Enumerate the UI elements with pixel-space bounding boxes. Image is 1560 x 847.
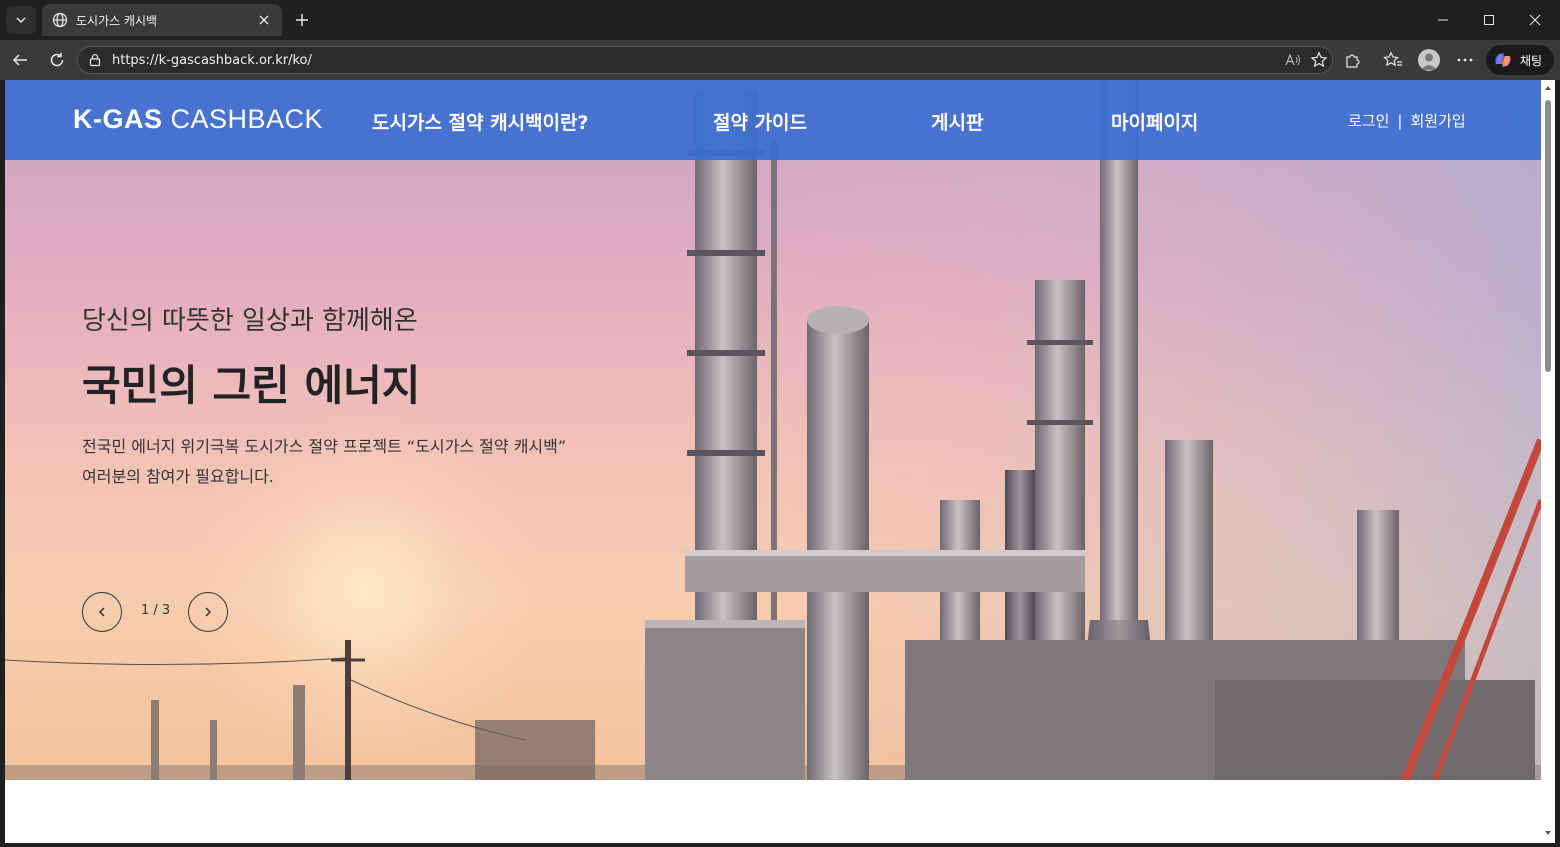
address-bar[interactable]: https://k-gascashback.or.kr/ko/ (77, 46, 1333, 74)
copilot-label: 채팅 (1520, 53, 1543, 68)
slider-counter: 1 / 3 (141, 603, 171, 618)
puzzle-icon (1346, 54, 1360, 68)
read-aloud-icon (1285, 53, 1300, 66)
chevron-left-icon (98, 607, 105, 617)
read-aloud-button[interactable] (1280, 49, 1306, 71)
scroll-down-arrow-icon (1545, 831, 1551, 835)
close-icon (259, 15, 269, 25)
profile-avatar[interactable] (1418, 49, 1440, 71)
nav-item-about[interactable]: 도시가스 절약 캐시백이란? (372, 108, 589, 135)
signup-link[interactable]: 회원가입 (1410, 112, 1465, 130)
page-scrollbar[interactable] (1541, 80, 1555, 843)
nav-item-saving-guide[interactable]: 절약 가이드 (713, 108, 807, 135)
site-logo[interactable]: K-GAS CASHBACK (73, 104, 323, 135)
globe-icon (52, 12, 68, 28)
lock-icon (89, 54, 101, 67)
global-navigation-bar: K-GAS CASHBACK 도시가스 절약 캐시백이란? 절약 가이드 게시판… (5, 80, 1541, 160)
back-button[interactable] (6, 46, 34, 74)
slider-next-button[interactable] (188, 592, 228, 632)
scroll-up-arrow-icon (1545, 86, 1551, 90)
hero-subtitle: 당신의 따뜻한 일상과 함께해온 (82, 306, 418, 336)
favorites-icon (1383, 51, 1402, 67)
page-viewport: K-GAS CASHBACK 도시가스 절약 캐시백이란? 절약 가이드 게시판… (5, 80, 1541, 843)
chevron-right-icon (205, 607, 212, 617)
slider-prev-button[interactable] (82, 592, 122, 632)
hero-description: 전국민 에너지 위기극복 도시가스 절약 프로젝트 “도시가스 절약 캐시백” … (82, 432, 566, 492)
refresh-button[interactable] (43, 46, 71, 74)
url-text[interactable]: https://k-gascashback.or.kr/ko/ (112, 53, 1280, 68)
user-icon (1421, 53, 1437, 70)
scrollbar-thumb[interactable] (1545, 100, 1551, 372)
hero-banner: K-GAS CASHBACK 도시가스 절약 캐시백이란? 절약 가이드 게시판… (5, 80, 1541, 780)
nav-item-board[interactable]: 게시판 (931, 108, 983, 135)
new-tab-button[interactable] (290, 8, 314, 32)
close-window-button[interactable] (1512, 4, 1558, 36)
favorites-button[interactable] (1380, 48, 1406, 72)
copilot-icon (1495, 53, 1511, 67)
hero-description-line1: 전국민 에너지 위기극복 도시가스 절약 프로젝트 “도시가스 절약 캐시백” (82, 437, 567, 456)
refresh-icon (50, 52, 64, 67)
chevron-down-icon (16, 17, 26, 24)
settings-more-button[interactable] (1452, 48, 1478, 72)
extensions-button[interactable] (1340, 48, 1366, 72)
member-links: 로그인 | 회원가입 (1348, 110, 1466, 131)
hero-title: 국민의 그린 에너지 (82, 361, 421, 410)
tab-actions-button[interactable] (6, 6, 36, 34)
member-separator: | (1397, 112, 1403, 130)
hero-description-line2: 여러분의 참여가 필요합니다. (82, 467, 274, 486)
maximize-button[interactable] (1466, 4, 1512, 36)
add-favorite-button[interactable] (1306, 49, 1332, 71)
close-icon (1529, 14, 1541, 26)
plus-icon (296, 14, 308, 26)
arrow-left-icon (12, 54, 27, 66)
logo-bold-text: K-GAS (73, 104, 163, 134)
maximize-icon (1484, 15, 1494, 25)
refinery-illustration (5, 80, 1541, 780)
nav-item-mypage[interactable]: 마이페이지 (1111, 108, 1198, 135)
tab-close-button[interactable] (256, 12, 272, 28)
browser-tab-active[interactable]: 도시가스 캐시백 (42, 4, 282, 36)
login-link[interactable]: 로그인 (1348, 112, 1389, 130)
minimize-button[interactable] (1420, 4, 1466, 36)
tab-title: 도시가스 캐시백 (76, 13, 158, 28)
copilot-chat-button[interactable]: 채팅 (1486, 45, 1554, 75)
browser-titlebar: 도시가스 캐시백 (0, 0, 1560, 40)
minimize-icon (1438, 19, 1448, 21)
logo-light-text: CASHBACK (162, 104, 324, 134)
more-horizontal-icon (1457, 58, 1473, 62)
star-icon (1310, 51, 1328, 68)
